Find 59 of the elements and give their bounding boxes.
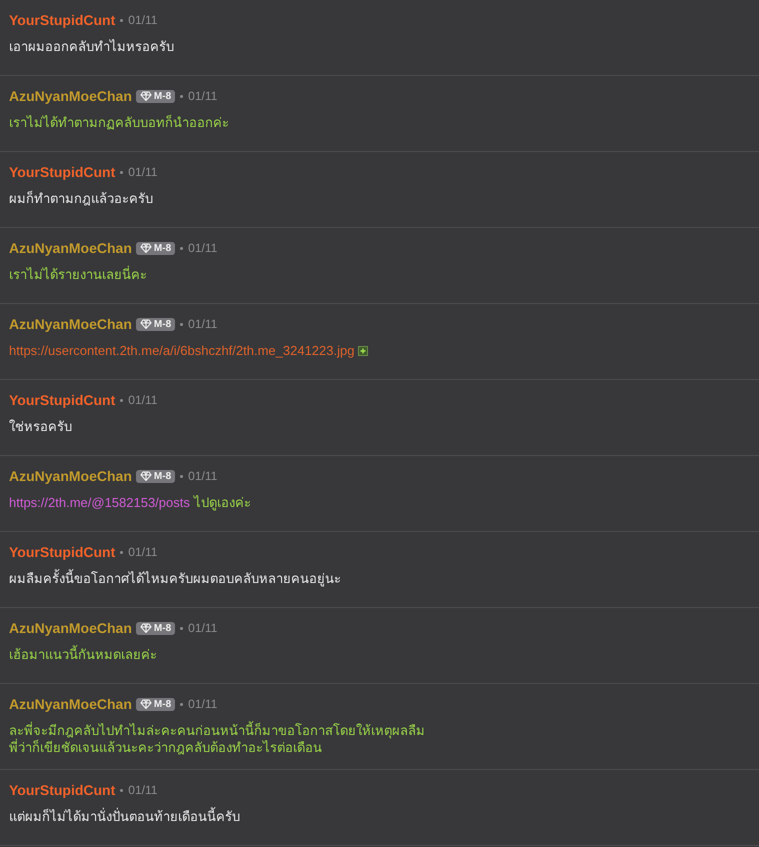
message-date: 01/11 <box>188 697 218 711</box>
author-name[interactable]: AzuNyanMoeChan <box>9 696 132 712</box>
separator-dot <box>120 550 124 554</box>
rank-badge: M-8 <box>136 470 176 482</box>
message-date: 01/11 <box>128 545 158 559</box>
rank-badge: M-8 <box>136 90 176 102</box>
rank-badge: M-8 <box>136 698 176 710</box>
diamond-icon <box>140 243 152 253</box>
author-name[interactable]: AzuNyanMoeChan <box>9 316 132 332</box>
author-name[interactable]: AzuNyanMoeChan <box>9 240 132 256</box>
author-name[interactable]: YourStupidCunt <box>9 392 116 408</box>
author-name[interactable]: YourStupidCunt <box>9 544 116 560</box>
separator-dot <box>120 170 124 174</box>
author-name[interactable]: AzuNyanMoeChan <box>9 468 132 484</box>
message-date: 01/11 <box>188 317 218 331</box>
message-text: เฮ้อมาแนวนี้กันหมดเลยค่ะ <box>9 647 157 662</box>
message-text: แต่ผมก็ไม่ได้มานั่งปั่นตอนท้ายเดือนนี้ครับ <box>9 809 240 824</box>
author-name[interactable]: YourStupidCunt <box>9 782 116 798</box>
message-text: ละพี่จะมีกฎคลับไปทำไมล่ะคะคนก่อนหน้านี้ก็มาขอโอกาสโดยให้เหตุผลลืม <box>9 723 425 738</box>
message-link[interactable]: https://2th.me/@1582153/posts <box>9 495 190 510</box>
message-date: 01/11 <box>128 783 158 797</box>
diamond-icon <box>140 471 152 481</box>
separator-dot <box>180 322 184 326</box>
message-date: 01/11 <box>128 13 158 27</box>
rank-badge: M-8 <box>136 318 176 330</box>
message-text: ใช่หรอครับ <box>9 419 72 434</box>
diamond-icon <box>140 699 152 709</box>
message-date: 01/11 <box>188 89 218 103</box>
separator-dot <box>180 474 184 478</box>
rank-badge: M-8 <box>136 622 176 634</box>
separator-dot <box>120 398 124 402</box>
message-link[interactable]: https://usercontent.2th.me/a/i/6bshczhf/2th.me_3241223.jpg <box>9 343 354 358</box>
diamond-icon <box>140 623 152 633</box>
separator-dot <box>180 702 184 706</box>
diamond-icon <box>140 91 152 101</box>
message-date: 01/11 <box>188 469 218 483</box>
message-date: 01/11 <box>128 165 158 179</box>
message-text: เราไม่ได้ทำตามกฏคลับบอทก็นำออกค่ะ <box>9 115 229 130</box>
separator-dot <box>180 246 184 250</box>
author-name[interactable]: AzuNyanMoeChan <box>9 620 132 636</box>
message-text: เอาผมออกคลับทำไมหรอครับ <box>9 39 174 54</box>
separator-dot <box>120 18 124 22</box>
separator-dot <box>180 626 184 630</box>
diamond-icon <box>140 319 152 329</box>
message-text: ผมลืมครั้งนี้ขอโอกาศได้ไหมครับผมตอบคลับหลายคนอยู่นะ <box>9 571 341 586</box>
message-text: เราไม่ได้รายงานเลยนี่คะ <box>9 267 147 282</box>
message-date: 01/11 <box>128 393 158 407</box>
message-text: พี่ว่าก็เขียชัดเจนแล้วนะคะว่ากฎคลับต้องทำอะไรต่อเดือน <box>9 740 322 755</box>
message-date: 01/11 <box>188 621 218 635</box>
author-name[interactable]: YourStupidCunt <box>9 164 116 180</box>
separator-dot <box>120 788 124 792</box>
message-date: 01/11 <box>188 241 218 255</box>
author-name[interactable]: YourStupidCunt <box>9 12 116 28</box>
separator-dot <box>180 94 184 98</box>
message-text: ไปดูเองค่ะ <box>194 495 251 510</box>
author-name[interactable]: AzuNyanMoeChan <box>9 88 132 104</box>
message-text: ผมก็ทำตามกฎแล้วอะครับ <box>9 191 153 206</box>
rank-badge: M-8 <box>136 242 176 254</box>
expand-icon[interactable] <box>358 346 368 356</box>
